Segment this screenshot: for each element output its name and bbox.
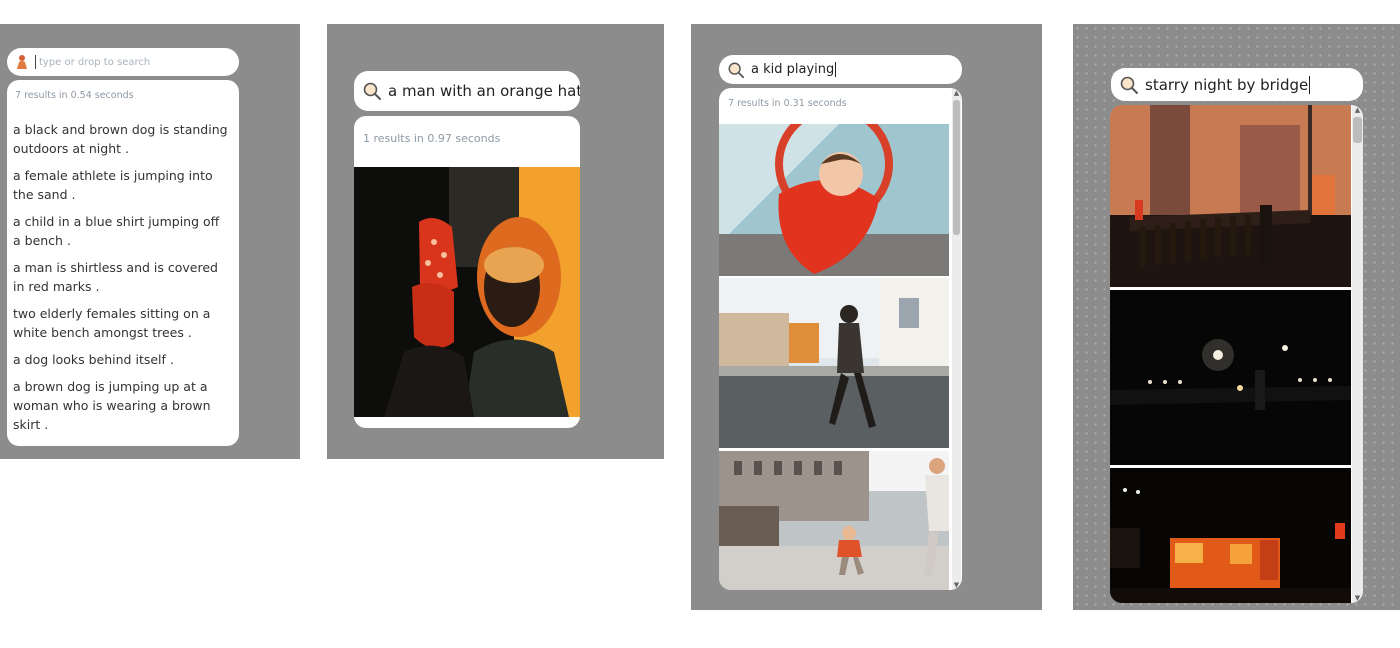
results-status: 1 results in 0.97 seconds bbox=[363, 132, 501, 145]
search-query[interactable]: a kid playing bbox=[751, 62, 834, 77]
magnifier-icon bbox=[1119, 75, 1139, 95]
search-bar[interactable]: type or drop to search bbox=[7, 48, 239, 76]
caption-item[interactable]: a brown dog is jumping up at a woman who… bbox=[13, 377, 229, 434]
magnifier-icon bbox=[727, 61, 745, 79]
search-query[interactable]: starry night by bridge bbox=[1145, 76, 1308, 94]
panel-multi-image-results: a kid playing 7 results in 0.31 seconds bbox=[691, 24, 1042, 610]
panel-text-results: type or drop to search 7 results in 0.54… bbox=[0, 24, 300, 459]
result-image[interactable] bbox=[719, 451, 949, 590]
results-card: 7 results in 0.54 seconds a black and br… bbox=[7, 80, 239, 446]
search-query[interactable]: a man with an orange hat bbox=[388, 82, 580, 100]
magnifier-icon bbox=[362, 81, 382, 101]
caption-item[interactable]: two elderly females sitting on a white b… bbox=[13, 304, 229, 342]
caption-item[interactable]: a man is shirtless and is covered in red… bbox=[13, 258, 229, 296]
text-caret bbox=[835, 62, 837, 77]
text-caret bbox=[1309, 75, 1311, 94]
results-card: ▲ ▼ bbox=[1110, 105, 1363, 603]
result-image[interactable] bbox=[719, 278, 949, 448]
search-placeholder[interactable]: type or drop to search bbox=[39, 57, 150, 68]
panel-night-image-results: starry night by bridge ▲ ▼ bbox=[1073, 24, 1400, 610]
scrollbar[interactable]: ▲ ▼ bbox=[952, 88, 961, 590]
result-image[interactable] bbox=[354, 167, 580, 417]
results-status: 7 results in 0.31 seconds bbox=[728, 98, 847, 109]
scroll-down-icon[interactable]: ▼ bbox=[1352, 593, 1363, 603]
result-image[interactable] bbox=[1110, 105, 1351, 287]
scroll-up-icon[interactable]: ▲ bbox=[1352, 105, 1363, 115]
caption-list: a black and brown dog is standing outdoo… bbox=[13, 120, 229, 434]
scroll-up-icon[interactable]: ▲ bbox=[952, 88, 961, 98]
result-image[interactable] bbox=[1110, 290, 1351, 465]
scrollbar[interactable]: ▲ ▼ bbox=[1352, 105, 1363, 603]
scrollbar-thumb[interactable] bbox=[1353, 117, 1362, 143]
results-status: 7 results in 0.54 seconds bbox=[15, 90, 134, 101]
search-bar[interactable]: a man with an orange hat bbox=[354, 71, 580, 111]
results-card: 7 results in 0.31 seconds ▲ ▼ bbox=[719, 88, 962, 590]
text-caret bbox=[35, 55, 36, 69]
caption-item[interactable]: a child in a blue shirt jumping off a be… bbox=[13, 212, 229, 250]
panel-single-image-result: a man with an orange hat 1 results in 0.… bbox=[327, 24, 664, 459]
caption-item[interactable]: a dog looks behind itself . bbox=[13, 350, 229, 369]
search-bar[interactable]: starry night by bridge bbox=[1111, 68, 1363, 101]
search-bar[interactable]: a kid playing bbox=[719, 55, 962, 84]
result-image[interactable] bbox=[719, 124, 949, 276]
scrollbar-thumb[interactable] bbox=[953, 100, 960, 235]
scroll-down-icon[interactable]: ▼ bbox=[952, 580, 961, 590]
caption-item[interactable]: a black and brown dog is standing outdoo… bbox=[13, 120, 229, 158]
results-card: 1 results in 0.97 seconds bbox=[354, 116, 580, 428]
caption-item[interactable]: a female athlete is jumping into the san… bbox=[13, 166, 229, 204]
result-image[interactable] bbox=[1110, 468, 1351, 603]
person-icon bbox=[15, 54, 29, 70]
